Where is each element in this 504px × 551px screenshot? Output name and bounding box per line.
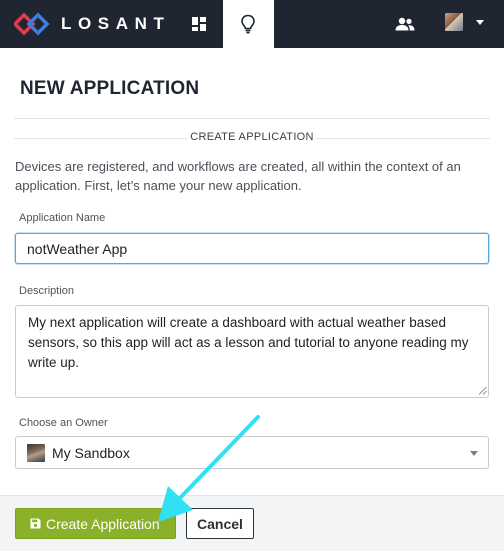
application-name-label: Application Name xyxy=(19,212,106,224)
description-label: Description xyxy=(19,285,75,297)
brand-name[interactable]: LOSANT xyxy=(61,14,170,34)
people-icon xyxy=(395,17,415,31)
ideas-button[interactable] xyxy=(223,0,274,48)
create-application-label: Create Application xyxy=(46,516,160,532)
save-icon xyxy=(30,518,41,529)
intro-text: Devices are registered, and workflows ar… xyxy=(15,159,461,193)
lightbulb-icon xyxy=(241,14,255,34)
owner-select[interactable]: My Sandbox xyxy=(15,436,489,469)
application-name-input[interactable] xyxy=(15,233,489,264)
owner-label: Choose an Owner xyxy=(19,417,108,429)
team-button[interactable] xyxy=(388,0,422,48)
page-title: NEW APPLICATION xyxy=(20,78,200,99)
chevron-down-icon xyxy=(476,20,484,25)
avatar xyxy=(27,444,45,462)
form-footer: Create Application Cancel xyxy=(0,495,504,551)
description-textarea[interactable]: My next application will create a dashbo… xyxy=(15,305,489,398)
top-nav: LOSANT xyxy=(0,0,504,48)
avatar xyxy=(445,13,463,31)
divider xyxy=(14,118,490,119)
user-menu[interactable] xyxy=(440,0,500,48)
losant-logo-icon[interactable] xyxy=(14,12,54,36)
create-application-button[interactable]: Create Application xyxy=(15,508,176,539)
cancel-button[interactable]: Cancel xyxy=(186,508,254,539)
owner-selected-value: My Sandbox xyxy=(52,445,130,461)
divider xyxy=(316,138,490,139)
section-label: CREATE APPLICATION xyxy=(190,131,314,143)
divider xyxy=(14,138,188,139)
dashboards-button[interactable] xyxy=(178,0,220,48)
resize-handle-icon[interactable] xyxy=(478,386,487,395)
chevron-down-icon xyxy=(470,451,478,456)
dashboard-grid-icon xyxy=(192,17,206,31)
